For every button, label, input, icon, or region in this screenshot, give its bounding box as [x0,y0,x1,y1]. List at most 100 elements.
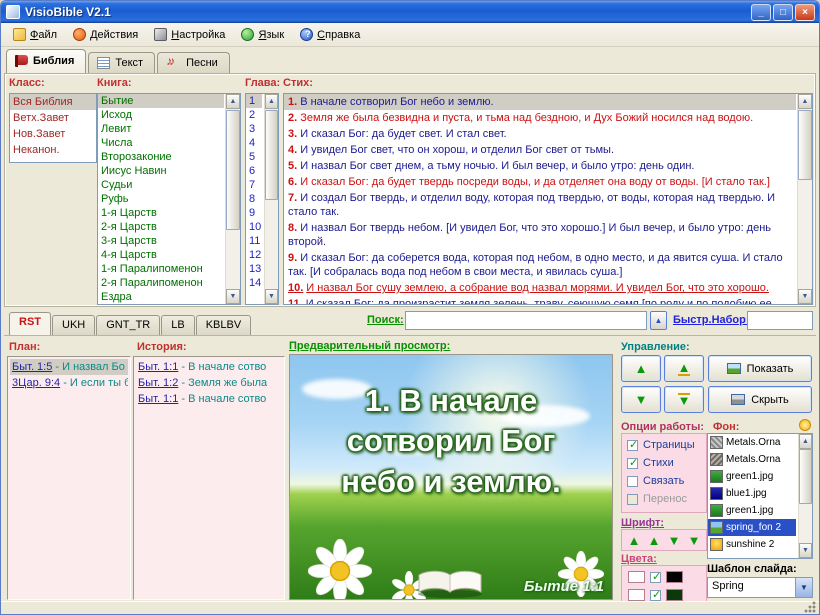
quick-entry-input[interactable] [747,311,813,330]
menu-file[interactable]: Файл [5,26,65,43]
translation-tab-ukh[interactable]: UKH [52,315,95,335]
book-list[interactable]: БытиеИсходЛевитЧислаВторозакониеИисус На… [97,93,241,305]
book-item[interactable]: Руфь [98,192,224,206]
verse-reference-link[interactable]: Быт. 1:1 [138,361,178,373]
next-slide-button[interactable] [664,386,704,413]
class-item[interactable]: Вся Библия [10,94,96,110]
plan-item[interactable]: 3Цар. 9:4 - И если ты б [10,375,128,391]
scroll-down-button[interactable] [226,289,240,304]
background-item[interactable]: blue1.jpg [708,485,796,502]
chapter-item[interactable]: 1 [246,94,262,108]
chapter-item[interactable]: 14 [246,276,262,290]
color-swatch-empty[interactable] [628,571,645,583]
chapter-item[interactable]: 5 [246,150,262,164]
book-scrollbar[interactable] [225,94,240,304]
checkbox[interactable] [627,440,638,451]
chapter-item[interactable]: 12 [246,248,262,262]
option-checkbox-row[interactable]: Перенос [624,490,704,508]
chapter-item[interactable]: 4 [246,136,262,150]
book-item[interactable]: Иисус Навин [98,164,224,178]
menu-language[interactable]: Язык [233,26,292,43]
verse-row[interactable]: 7.И создал Бог твердь, и отделил воду, к… [284,190,796,220]
verse-row[interactable]: 4.И увидел Бог свет, что он хорош, и отд… [284,142,796,158]
search-input[interactable] [405,311,647,330]
search-label[interactable]: Поиск: [367,314,404,326]
tab-songs[interactable]: Песни [157,52,230,73]
verse-row[interactable]: 6.И сказал Бог: да будет твердь посреди … [284,174,796,190]
back-color-swatch[interactable] [666,589,683,601]
titlebar[interactable]: VisioBible V2.1 _ □ × [1,1,819,23]
font-increase-arrow[interactable] [648,533,661,548]
text-color-swatch[interactable] [666,571,683,583]
class-list[interactable]: Вся БиблияВетх.ЗаветНов.ЗаветНеканон. [9,93,97,163]
translation-tab-kblbv[interactable]: KBLBV [196,315,251,335]
verse-row[interactable]: 5.И назвал Бог свет днем, а тьму ночью. … [284,158,796,174]
background-item[interactable]: green1.jpg [708,502,796,519]
scroll-down-button[interactable] [265,289,278,304]
background-item[interactable]: spring_fon 2 [708,519,796,536]
history-item[interactable]: Быт. 1:1 - В начале сотво [136,359,282,375]
book-item[interactable]: Ездра [98,290,224,304]
chapter-item[interactable]: 2 [246,108,262,122]
scroll-down-button[interactable] [799,543,812,558]
menu-settings[interactable]: Настройка [146,26,233,43]
maximize-button[interactable]: □ [773,4,793,21]
slide-template-combo[interactable]: Spring [707,577,813,598]
class-item[interactable]: Ветх.Завет [10,110,96,126]
book-item[interactable]: Второзаконие [98,150,224,164]
book-item[interactable]: 1-я Паралипоменон [98,262,224,276]
chapter-item[interactable]: 9 [246,206,262,220]
plan-list[interactable]: Быт. 1:5 - И назвал Бо 3Цар. 9:4 - И есл… [7,356,131,600]
background-item[interactable]: Metals.Orna [708,434,796,451]
chapter-item[interactable]: 7 [246,178,262,192]
class-item[interactable]: Нов.Завет [10,126,96,142]
scroll-thumb[interactable] [265,110,278,200]
hide-button[interactable]: Скрыть [708,386,812,413]
checkbox[interactable] [627,494,638,505]
font-decrease-arrow[interactable] [688,533,701,548]
resize-grip[interactable] [804,600,817,613]
scroll-up-button[interactable] [798,94,812,109]
translation-tab-lb[interactable]: LB [161,315,194,335]
book-item[interactable]: Левит [98,122,224,136]
verse-reference-link[interactable]: Быт. 1:5 [12,361,52,373]
background-options-icon[interactable] [799,419,811,431]
chapter-item[interactable]: 3 [246,122,262,136]
book-item[interactable]: 4-я Царств [98,248,224,262]
verse-list[interactable]: 1.В начале сотворил Бог небо и землю. 2.… [283,93,813,305]
minimize-button[interactable]: _ [751,4,771,21]
quick-entry-label[interactable]: Быстр.Набор: [673,314,750,326]
chapter-list[interactable]: 1234567891011121314 [245,93,279,305]
chapter-scrollbar[interactable] [264,94,278,304]
move-down-button[interactable] [621,386,661,413]
verse-row[interactable]: 9.И сказал Бог: да соберется вода, котор… [284,250,796,280]
scroll-up-button[interactable] [265,94,278,109]
book-item[interactable]: Судьи [98,178,224,192]
history-item[interactable]: Быт. 1:2 - Земля же была [136,375,282,391]
background-item[interactable]: green1.jpg [708,468,796,485]
close-button[interactable]: × [795,4,815,21]
scroll-up-button[interactable] [799,434,812,449]
move-up-button[interactable] [621,355,661,382]
translation-tab-rst[interactable]: RST [9,312,51,335]
book-item[interactable]: Числа [98,136,224,150]
background-scrollbar[interactable] [798,434,812,558]
font-increase-arrow[interactable] [628,533,641,548]
chapter-item[interactable]: 13 [246,262,262,276]
option-checkbox-row[interactable]: Стихи [624,454,704,472]
chapter-item[interactable]: 8 [246,192,262,206]
verse-row[interactable]: 11.И сказал Бог: да произрастит земля зе… [284,296,796,305]
combo-dropdown-button[interactable] [795,578,812,597]
search-up-button[interactable] [650,311,667,330]
plan-item[interactable]: Быт. 1:5 - И назвал Бо [10,359,128,375]
book-item[interactable]: Бытие [98,94,224,108]
scroll-up-button[interactable] [226,94,240,109]
checkbox[interactable] [627,476,638,487]
tab-text[interactable]: Текст [88,52,155,73]
verse-row[interactable]: 10.И назвал Бог сушу землею, а собрание … [284,280,796,296]
translation-tab-gnt-tr[interactable]: GNT_TR [96,315,160,335]
verse-row[interactable]: 1.В начале сотворил Бог небо и землю. [284,94,796,110]
verse-reference-link[interactable]: Быт. 1:1 [138,393,178,405]
chapter-item[interactable]: 6 [246,164,262,178]
verse-row[interactable]: 8.И назвал Бог твердь небом. [И увидел Б… [284,220,796,250]
